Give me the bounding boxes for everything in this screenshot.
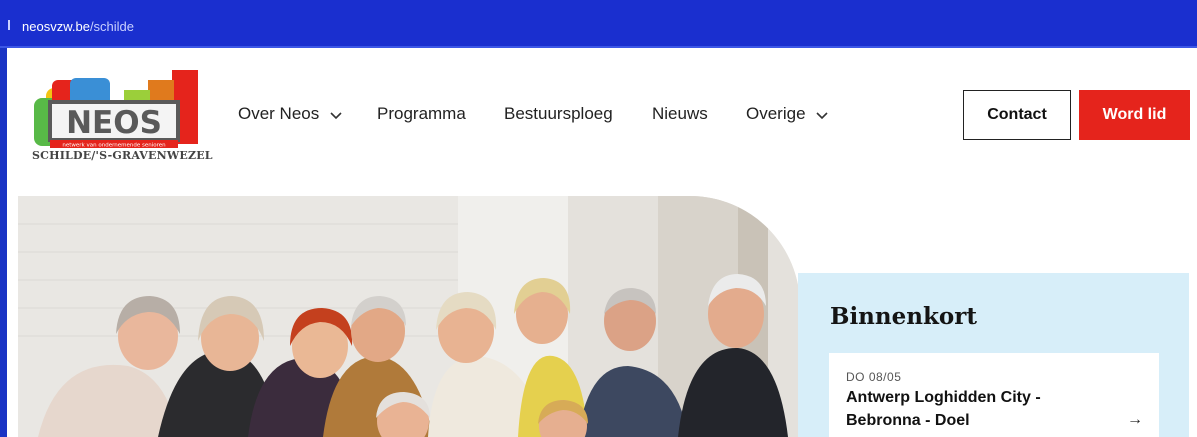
nav-label: Bestuursploeg (504, 104, 613, 123)
nav-item-nieuws[interactable]: Nieuws (652, 104, 708, 124)
nav-item-over-neos[interactable]: Over Neos (238, 104, 342, 125)
arrow-right-icon[interactable]: → (1127, 411, 1143, 429)
chevron-down-icon (330, 105, 342, 125)
address-bar-border (0, 46, 1197, 48)
logo-tagline: SCHILDE/'S-GRAVENWEZEL (32, 149, 213, 162)
hero-group-photo (18, 196, 800, 437)
nav-label: Overige (746, 104, 806, 123)
nav-label: Nieuws (652, 104, 708, 123)
site-info-icon[interactable] (8, 20, 10, 30)
event-card[interactable]: DO 08/05 Antwerp Loghidden City - Bebron… (829, 353, 1159, 437)
event-title[interactable]: Antwerp Loghidden City - Bebronna - Doel (846, 386, 1111, 432)
url-text[interactable]: neosvzw.be/schilde (22, 19, 134, 34)
logo-wordmark: NEOS (66, 105, 162, 141)
nav-item-programma[interactable]: Programma (377, 104, 466, 124)
contact-button[interactable]: Contact (963, 90, 1071, 140)
event-date: DO 08/05 (846, 370, 902, 384)
nav-label: Programma (377, 104, 466, 123)
nav-item-bestuursploeg[interactable]: Bestuursploeg (504, 104, 613, 124)
url-path: /schilde (89, 19, 135, 34)
join-button[interactable]: Word lid (1079, 90, 1190, 140)
browser-address-bar[interactable]: neosvzw.be/schilde (0, 0, 1197, 46)
nav-label: Over Neos (238, 104, 320, 123)
upcoming-title: Binnenkort (830, 303, 977, 330)
window-frame-edge (0, 0, 7, 437)
logo-subtext: netwerk van ondernemende senioren (62, 143, 166, 149)
url-host: neosvzw.be (22, 19, 90, 34)
nav-item-overige[interactable]: Overige (746, 104, 828, 125)
chevron-down-icon (816, 105, 828, 125)
